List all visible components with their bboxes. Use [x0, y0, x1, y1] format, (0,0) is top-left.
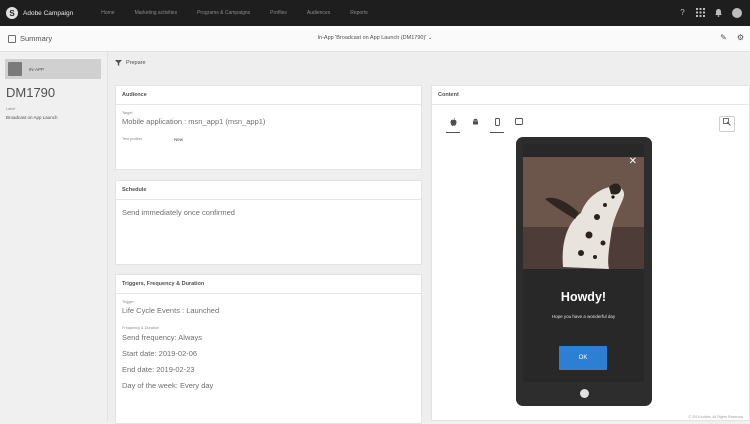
message-image: [523, 157, 644, 269]
trigger-caption: Trigger: [122, 300, 134, 304]
apple-icon: [450, 118, 456, 126]
target-value: Mobile application : msn_app1 (msn_app1): [122, 117, 266, 126]
select-content-icon: [723, 118, 731, 126]
label-caption: Label: [6, 107, 16, 111]
delivery-title: In-App 'Broadcast on App Launch (DM1790)…: [317, 35, 427, 41]
delivery-type-label: IN-APP: [29, 66, 45, 72]
label-value: Broadcast on App Launch: [6, 115, 58, 120]
pencil-icon[interactable]: ✎: [720, 33, 727, 42]
triggers-card[interactable]: Triggers, Frequency & Duration Trigger L…: [115, 274, 422, 424]
nav-programs-campaigns[interactable]: Programs & Campaigns: [197, 10, 250, 16]
message-body: Hope you have a wonderful day: [551, 314, 616, 319]
settings-icon[interactable]: ⚙: [737, 33, 744, 42]
phone-screen: ✕ Howdy! Hope you have a wonderful day O…: [523, 144, 644, 382]
edit-content-button[interactable]: [719, 116, 735, 132]
summary-sidebar: IN-APP DM1790 Label Broadcast on App Lau…: [0, 52, 108, 421]
delivery-type-chip: IN-APP: [5, 59, 101, 79]
trigger-value: Life Cycle Events : Launched: [122, 306, 220, 315]
android-icon: [472, 118, 478, 125]
audience-title: Audience: [116, 86, 421, 105]
nav-audiences[interactable]: Audiences: [307, 10, 330, 16]
end-date: End date: 2019-02-23: [122, 365, 195, 374]
ios-tab[interactable]: [446, 118, 460, 133]
target-caption: Target: [122, 111, 133, 115]
bell-icon[interactable]: [714, 8, 723, 17]
chevron-down-icon: ⌄: [427, 35, 433, 41]
copyright: © 2019 Adobe. All Rights Reserved.: [688, 415, 744, 419]
help-icon[interactable]: ?: [678, 8, 687, 17]
phone-tab[interactable]: [490, 118, 504, 133]
close-icon[interactable]: ✕: [629, 156, 637, 167]
main-area: Prepare Audience Target Mobile applicati…: [108, 52, 750, 424]
tablet-tab[interactable]: [512, 118, 526, 133]
test-profiles-caption: Test profiles: [122, 137, 143, 141]
schedule-card[interactable]: Schedule Send immediately once confirmed: [115, 180, 422, 265]
in-app-icon: [8, 62, 22, 76]
delivery-code: DM1790: [6, 85, 56, 100]
user-avatar[interactable]: [732, 8, 742, 18]
nav-home[interactable]: Home: [101, 10, 114, 16]
content-card[interactable]: Content ✕ Howdy! Hope you have a wonderf…: [431, 85, 750, 421]
delivery-title-dropdown[interactable]: In-App 'Broadcast on App Launch (DM1790)…: [0, 35, 750, 41]
triggers-title: Triggers, Frequency & Duration: [116, 275, 421, 294]
top-bar: S Adobe Campaign Home Marketing activiti…: [0, 0, 750, 26]
message-title: Howdy!: [560, 290, 607, 304]
prepare-label: Prepare: [126, 60, 146, 66]
dog-photo: [523, 157, 644, 269]
phone-icon: [494, 118, 500, 126]
schedule-title: Schedule: [116, 181, 421, 200]
day-of-week: Day of the week: Every day: [122, 381, 214, 390]
prepare-button[interactable]: Prepare: [115, 60, 146, 66]
tablet-icon: [515, 118, 523, 125]
phone-home-button: [580, 389, 589, 398]
test-profiles-value: New: [174, 137, 184, 142]
ok-button[interactable]: OK: [559, 346, 607, 370]
nav-reports[interactable]: Reports: [350, 10, 368, 16]
send-frequency: Send frequency: Always: [122, 333, 203, 342]
summary-bar: Summary In-App 'Broadcast on App Launch …: [0, 26, 750, 52]
apps-grid-icon[interactable]: [696, 8, 705, 17]
content-title: Content: [432, 86, 749, 105]
frequency-caption: Frequency & Duration: [122, 326, 159, 330]
schedule-value: Send immediately once confirmed: [122, 208, 235, 217]
footer: © 2019 Adobe. All Rights Reserved.: [108, 413, 750, 421]
nav-marketing-activities[interactable]: Marketing activities: [135, 10, 178, 16]
nav-profiles[interactable]: Profiles: [270, 10, 287, 16]
audience-card[interactable]: Audience Target Mobile application : msn…: [115, 85, 422, 170]
prepare-icon: [115, 60, 122, 66]
android-tab[interactable]: [468, 118, 482, 133]
brand-name: Adobe Campaign: [23, 9, 74, 17]
adobe-campaign-logo[interactable]: S: [6, 7, 18, 19]
phone-preview: ✕ Howdy! Hope you have a wonderful day O…: [516, 137, 652, 406]
start-date: Start date: 2019-02-06: [122, 349, 198, 358]
